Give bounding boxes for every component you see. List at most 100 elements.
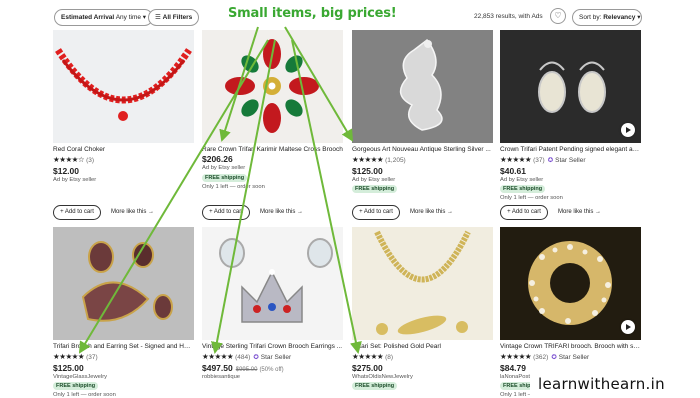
product-image-trifari-wreath-brooch[interactable] [500,227,641,340]
product-image-crown-trifari-pin[interactable] [500,30,641,143]
free-shipping-badge: FREE shipping [202,174,248,182]
filter-value: Any time [115,14,141,21]
product-image-maltese-cross-brooch[interactable] [202,30,343,143]
review-count: (37) [533,157,545,164]
watermark-text: learnwithearn.in [538,375,665,393]
product-price: $40.61 [500,166,526,176]
product-rating: ★★★★★(37)Star Seller [500,155,586,164]
star-seller-badge: Star Seller [253,354,291,361]
product-title[interactable]: Trifari Brooch and Earring Set - Signed … [53,343,194,350]
star-seller-badge: Star Seller [551,354,589,361]
star-rating-icon: ★★★★★ [500,155,532,164]
review-count: (1,205) [385,157,406,164]
product-price: $125.00 [53,363,84,373]
all-filters-label: All Filters [162,14,193,21]
free-shipping-badge: FREE shipping [352,185,398,193]
product-title[interactable]: Crown Trifari Patent Pending signed eleg… [500,146,641,153]
product-price: $497.50 $995.00 (50% off) [202,363,284,373]
add-to-cart-button[interactable]: + Add to cart [53,205,101,220]
star-seller-badge: Star Seller [548,157,586,164]
star-rating-icon: ★★★★★ [53,352,85,361]
all-filters-button[interactable]: ☰ All Filters [148,9,200,26]
shop-name[interactable]: laNonaPosta [500,374,533,380]
ad-label: Ad by Etsy seller [500,177,544,183]
add-to-cart-button[interactable]: + Add to cart [352,205,400,220]
free-shipping-badge: FREE shipping [500,185,546,193]
product-rating: ★★★★☆ (3) [53,155,94,164]
review-count: (484) [235,354,251,361]
ad-label: Ad by Etsy seller [352,177,396,183]
review-count: (37) [86,354,98,361]
price-value: $206.26 [202,154,233,164]
chevron-down-icon: ▾ [142,14,147,21]
stock-note: Only 1 left — order soon [53,392,116,398]
results-count: 22,853 results, with Ads [474,13,543,20]
filter-sliders-icon: ☰ [155,14,161,21]
more-like-this-link[interactable]: More like this → [410,205,453,220]
play-video-icon[interactable] [621,320,635,334]
product-rating: ★★★★★(362)Star Seller [500,352,589,361]
product-rating: ★★★★★ (8) [352,352,393,361]
product-title[interactable]: Red Coral Choker [53,146,194,153]
product-image-art-nouveau-silver[interactable] [352,30,493,143]
price-value: $275.00 [352,363,383,373]
discount-label: (50% off) [259,367,284,373]
free-shipping-badge: FREE shipping [53,382,99,390]
star-rating-icon: ★★★★★ [500,352,532,361]
price-value: $125.00 [352,166,383,176]
more-like-this-link[interactable]: More like this → [260,205,303,220]
review-count: (362) [533,354,549,361]
product-title[interactable]: Vintage Sterling Trifari Crown Brooch Ea… [202,343,343,350]
star-rating-icon: ★★★★★ [352,352,384,361]
price-value: $12.00 [53,166,79,176]
sort-value: Relevancy [603,14,636,21]
product-title[interactable]: Rare Crown Trifari Karimir Maltese Cross… [202,146,343,153]
sort-dropdown[interactable]: Sort by: Relevancy ▾ [572,9,642,26]
product-title[interactable]: Gorgeous Art Nouveau Antique Sterling Si… [352,146,493,153]
review-count: (3) [86,157,95,164]
more-like-this-link[interactable]: More like this → [558,205,601,220]
product-rating: ★★★★★(484)Star Seller [202,352,291,361]
product-image-coral-choker[interactable] [53,30,194,143]
product-title[interactable]: Vintage Crown TRIFARI brooch. Brooch wit… [500,343,641,350]
ad-label: Ad by Etsy seller [53,177,97,183]
filter-label: Estimated Arrival [61,14,115,21]
price-value: $497.50 [202,363,233,373]
free-shipping-badge: FREE shipping [352,382,398,390]
product-image-crown-brooch[interactable] [202,227,343,340]
chevron-down-icon: ▾ [637,14,641,21]
price-value: $40.61 [500,166,526,176]
stock-note: Only 1 left — order soon [202,184,265,190]
stock-note: Only 1 left — order soon [500,195,563,201]
estimated-arrival-filter[interactable]: Estimated Arrival Any time ▾ [54,9,154,26]
ad-label: Ad by Etsy seller [202,165,246,171]
annotation-headline: Small items, big prices! [228,6,397,21]
watermark-box: learnwithearn.in [530,373,700,398]
star-rating-icon: ★★★★★ [202,352,234,361]
favorite-heart-icon[interactable]: ♡ [550,8,566,24]
review-count: (8) [385,354,394,361]
shop-name[interactable]: WhatsOldisNewJewelry [352,374,413,380]
product-price: $12.00 [53,166,79,176]
product-price: $84.79 [500,363,526,373]
original-price: $995.00 [235,367,258,373]
sort-prefix: Sort by: [579,14,602,21]
product-rating: ★★★★★ (1,205) [352,155,406,164]
price-value: $84.79 [500,363,526,373]
star-rating-icon: ★★★★☆ [53,155,85,164]
price-value: $125.00 [53,363,84,373]
shop-name[interactable]: robbiesantique [202,374,240,380]
product-rating: ★★★★★ (37) [53,352,98,361]
shop-name[interactable]: VintageGlassJewelry [53,374,107,380]
product-price: $206.26 [202,154,233,164]
more-like-this-link[interactable]: More like this → [111,205,154,220]
product-image-gold-pearl-set[interactable] [352,227,493,340]
product-price: $275.00 [352,363,383,373]
add-to-cart-button[interactable]: + Add to cart [500,205,548,220]
product-title[interactable]: Trifari Set: Polished Gold Pearl [352,343,493,350]
star-rating-icon: ★★★★★ [352,155,384,164]
play-video-icon[interactable] [621,123,635,137]
product-image-brooch-earring-set[interactable] [53,227,194,340]
add-to-cart-button[interactable]: + Add to cart [202,205,250,220]
product-price: $125.00 [352,166,383,176]
